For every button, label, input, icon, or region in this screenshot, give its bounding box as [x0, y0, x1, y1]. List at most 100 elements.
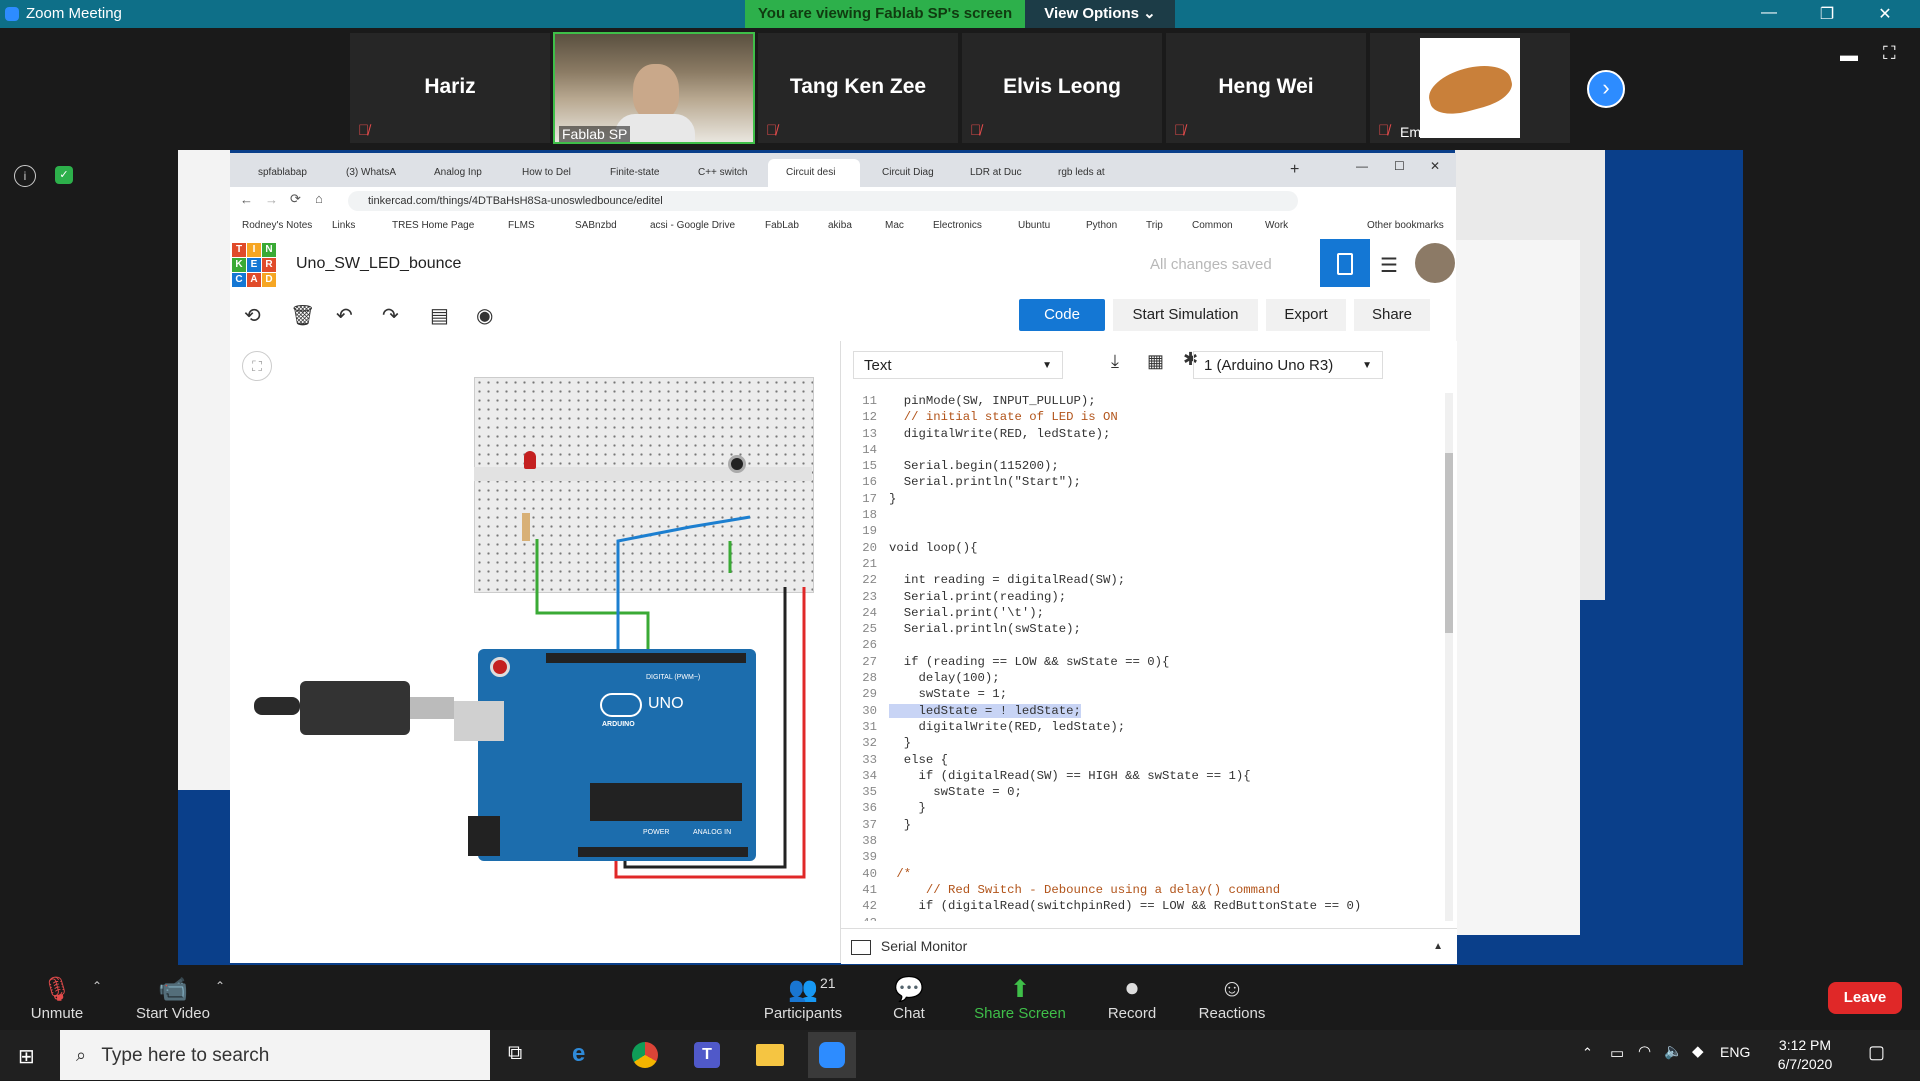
bookmark-item[interactable]: Work	[1265, 220, 1288, 231]
bookmark-item[interactable]: Rodney's Notes	[242, 220, 312, 231]
code-line[interactable]: 24 Serial.print('\t');	[841, 605, 1441, 621]
wifi-icon[interactable]: ◠	[1638, 1042, 1651, 1060]
code-line[interactable]: 40 /*	[841, 866, 1441, 882]
browser-tab[interactable]: rgb leds at	[1040, 159, 1124, 187]
code-line[interactable]: 12 // initial state of LED is ON	[841, 409, 1441, 425]
participant-tile[interactable]: Heng Wei 🎙̸	[1166, 33, 1366, 143]
battery-icon[interactable]: ▭	[1610, 1044, 1624, 1062]
bookmark-item[interactable]: TRES Home Page	[392, 220, 474, 231]
code-line[interactable]: 22 int reading = digitalRead(SW);	[841, 572, 1441, 588]
view-options-button[interactable]: View Options ⌄	[1025, 0, 1175, 28]
volume-icon[interactable]: 🔈	[1664, 1042, 1683, 1060]
video-options-icon[interactable]: ⌃	[215, 979, 225, 993]
browser-tab[interactable]: (3) WhatsA	[328, 159, 412, 187]
teams-icon[interactable]: T	[694, 1042, 720, 1068]
bookmark-item[interactable]: Ubuntu	[1018, 220, 1050, 231]
user-avatar[interactable]	[1415, 243, 1455, 283]
code-line[interactable]: 20 void loop(){	[841, 540, 1441, 556]
download-icon[interactable]: ⤓	[1111, 351, 1119, 372]
code-line[interactable]: 43	[841, 915, 1441, 922]
browser-tab[interactable]: Circuit Diag	[864, 159, 948, 187]
rotate-icon[interactable]: ⟲	[244, 303, 261, 328]
visibility-icon[interactable]: ◉	[476, 303, 493, 328]
file-explorer-icon[interactable]	[756, 1044, 784, 1066]
browser-tab[interactable]: C++ switch	[680, 159, 764, 187]
edge-icon[interactable]: e	[572, 1040, 585, 1068]
start-simulation-button[interactable]: Start Simulation	[1113, 299, 1258, 331]
minimize-icon[interactable]: —	[1754, 4, 1784, 22]
redo-icon[interactable]: ↷	[382, 303, 399, 328]
leave-button[interactable]: Leave	[1828, 982, 1902, 1014]
browser-tab[interactable]: Analog Inp	[416, 159, 500, 187]
code-line[interactable]: 23 Serial.print(reading);	[841, 589, 1441, 605]
circuit-canvas[interactable]: ⛶ DIGITAL (PWM~) UNO ARDUINO POWER ANALO…	[230, 341, 840, 963]
notes-icon[interactable]: ▤	[430, 303, 449, 328]
code-line[interactable]: 36 }	[841, 800, 1441, 816]
code-line[interactable]: 38	[841, 833, 1441, 849]
gallery-view-icon[interactable]: ▬	[1840, 45, 1858, 66]
chat-button[interactable]: 💬 Chat	[854, 975, 964, 1022]
code-line[interactable]: 41 // Red Switch - Debounce using a dela…	[841, 882, 1441, 898]
share-screen-button[interactable]: ⬆ Share Screen	[965, 975, 1075, 1022]
bookmark-item[interactable]: Python	[1086, 220, 1117, 231]
arduino-uno-board[interactable]: DIGITAL (PWM~) UNO ARDUINO POWER ANALOG …	[478, 649, 756, 861]
minimize-icon[interactable]: —	[1356, 159, 1368, 173]
taskbar-clock[interactable]: 3:12 PM 6/7/2020	[1765, 1036, 1845, 1074]
code-line[interactable]: 26	[841, 637, 1441, 653]
record-button[interactable]: ⏺ Record	[1077, 975, 1187, 1022]
bookmark-item[interactable]: acsi - Google Drive	[650, 220, 735, 231]
participants-button[interactable]: 👥 Participants	[748, 975, 858, 1022]
code-line[interactable]: 11 pinMode(SW, INPUT_PULLUP);	[841, 393, 1441, 409]
code-line[interactable]: 14	[841, 442, 1441, 458]
bookmark-item[interactable]: FabLab	[765, 220, 799, 231]
code-line[interactable]: 31 digitalWrite(RED, ledState);	[841, 719, 1441, 735]
close-icon[interactable]: ✕	[1870, 4, 1900, 24]
bookmark-item[interactable]: FLMS	[508, 220, 535, 231]
code-line[interactable]: 33 else {	[841, 752, 1441, 768]
bookmark-item[interactable]: Links	[332, 220, 355, 231]
back-icon[interactable]: ←	[240, 192, 253, 207]
dropbox-icon[interactable]: ◆	[1692, 1042, 1704, 1060]
new-tab-icon[interactable]: +	[1290, 161, 1299, 179]
browser-tab-active[interactable]: Circuit desi	[768, 159, 860, 187]
tray-overflow-icon[interactable]: ⌃	[1582, 1045, 1593, 1061]
bookmark-item[interactable]: SABnzbd	[575, 220, 617, 231]
code-line[interactable]: 18	[841, 507, 1441, 523]
restore-icon[interactable]: ❐	[1812, 4, 1842, 24]
code-line[interactable]: 16 Serial.println("Start");	[841, 474, 1441, 490]
design-title[interactable]: Uno_SW_LED_bounce	[296, 255, 461, 273]
code-line[interactable]: 42 if (digitalRead(switchpinRed) == LOW …	[841, 898, 1441, 914]
forward-icon[interactable]: →	[265, 192, 278, 207]
code-line[interactable]: 39	[841, 849, 1441, 865]
undo-icon[interactable]: ↶	[336, 303, 353, 328]
code-line[interactable]: 19	[841, 523, 1441, 539]
code-line[interactable]: 28 delay(100);	[841, 670, 1441, 686]
start-video-button[interactable]: 📹 Start Video	[118, 975, 228, 1022]
bookmark-item[interactable]: Other bookmarks	[1367, 220, 1444, 231]
audio-options-icon[interactable]: ⌃	[92, 979, 102, 993]
fullscreen-icon[interactable]: ⛶	[1883, 43, 1896, 64]
url-field[interactable]: tinkercad.com/things/4DTBaHsH8Sa-unoswle…	[348, 191, 1298, 211]
code-line[interactable]: 17}	[841, 491, 1441, 507]
component-list-icon[interactable]: ☰	[1380, 253, 1398, 278]
reload-icon[interactable]: ⟳	[290, 191, 301, 207]
reactions-button[interactable]: ☺ Reactions	[1177, 975, 1287, 1022]
code-mode-select[interactable]: Text ▼	[853, 351, 1063, 379]
security-shield-icon[interactable]: ✓	[55, 166, 73, 184]
info-icon[interactable]: i	[14, 165, 36, 187]
participant-tile[interactable]: Tang Ken Zee 🎙̸	[758, 33, 958, 143]
maximize-icon[interactable]: ☐	[1394, 159, 1405, 173]
notifications-icon[interactable]: ▢	[1868, 1042, 1885, 1063]
windows-start-icon[interactable]: ⊞	[18, 1044, 35, 1069]
code-line[interactable]: 25 Serial.println(swState);	[841, 621, 1441, 637]
bookmark-item[interactable]: Electronics	[933, 220, 982, 231]
code-line[interactable]: 15 Serial.begin(115200);	[841, 458, 1441, 474]
participant-tile[interactable]: Hariz 🎙̸	[350, 33, 550, 143]
circuit-view-button[interactable]	[1320, 239, 1370, 287]
libraries-icon[interactable]: ▦	[1147, 351, 1164, 372]
browser-tab[interactable]: Finite-state	[592, 159, 676, 187]
reset-button[interactable]	[490, 657, 510, 677]
browser-tab[interactable]: LDR at Duc	[952, 159, 1036, 187]
delete-icon[interactable]: 🗑	[290, 303, 315, 328]
chrome-icon[interactable]	[632, 1042, 658, 1068]
